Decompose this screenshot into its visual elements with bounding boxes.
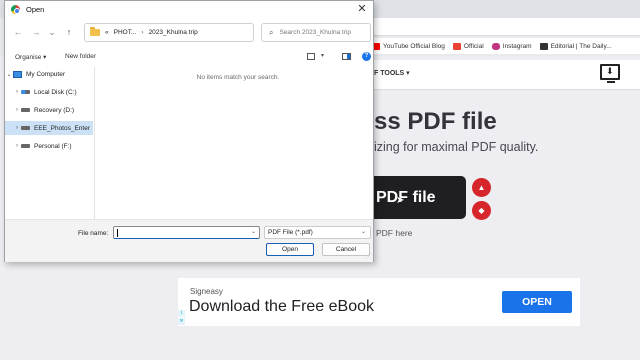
view-dropdown-icon[interactable]: ▾ xyxy=(321,52,324,59)
ad-close-icon[interactable]: ✕ xyxy=(178,318,185,325)
search-input[interactable]: ⌕ Search 2023_Khulna trip xyxy=(261,23,371,42)
drop-hint: PDF here xyxy=(376,228,413,238)
download-arrow-icon: ⬇ xyxy=(606,66,614,76)
tree-item-label: Local Disk (C:) xyxy=(34,88,77,96)
forward-icon[interactable]: → xyxy=(30,27,42,37)
preview-pane-icon[interactable] xyxy=(342,53,351,60)
file-type-select[interactable]: PDF File (*.pdf) ⌄ xyxy=(264,226,371,239)
chevron-down-icon[interactable]: ⌄ xyxy=(251,228,256,235)
chevron-down-icon[interactable]: ⌄ xyxy=(361,228,366,235)
pane-divider[interactable] xyxy=(94,67,95,219)
windows-drive-icon xyxy=(21,90,30,94)
tree-item-label: Recovery (D:) xyxy=(34,106,75,114)
breadcrumb-photos[interactable]: PHOT... xyxy=(114,29,137,36)
dropbox-button[interactable]: ◆ xyxy=(472,201,491,220)
bookmark-instagram[interactable]: Instagram xyxy=(491,42,532,50)
search-placeholder: Search 2023_Khulna trip xyxy=(279,29,352,36)
breadcrumb-khulna-trip[interactable]: 2023_Khulna trip xyxy=(149,29,198,36)
chevron-right-icon[interactable]: › xyxy=(13,89,21,95)
file-type-value: PDF File (*.pdf) xyxy=(268,229,313,236)
drive-icon xyxy=(21,126,30,130)
tree-item-my-computer[interactable]: ⌄ My Computer xyxy=(5,67,93,81)
address-root-chevron[interactable]: « xyxy=(105,29,109,36)
pdf-tools-menu[interactable]: F TOOLS ▾ xyxy=(374,69,410,77)
resize-grip-icon[interactable]: ⋰ xyxy=(365,253,371,260)
tree-item-label: Personal (F:) xyxy=(34,142,72,150)
bookmark-editorial[interactable]: Editorial | The Daily... xyxy=(539,42,612,50)
organise-button[interactable]: Organise ▾ xyxy=(15,53,46,61)
bookmark-label: Instagram xyxy=(502,42,532,50)
breadcrumb-separator-icon[interactable]: › xyxy=(141,29,143,36)
bookmarks-bar: YouTube Official Blog Official Instagram… xyxy=(372,38,640,54)
file-name-label: File name: xyxy=(78,230,109,237)
address-row: ← → ⌄ ↑ « PHOT... › 2023_Khulna trip ⌄ ↻… xyxy=(5,23,373,43)
bookmark-label: Official xyxy=(463,42,484,50)
bookmark-label: Editorial | The Daily... xyxy=(550,42,612,50)
select-pdf-label: PDF file xyxy=(376,188,436,206)
chevron-down-icon[interactable]: ⌄ xyxy=(5,71,13,78)
gmail-icon xyxy=(452,42,461,50)
chevron-right-icon[interactable]: › xyxy=(13,107,21,113)
google-drive-button[interactable]: ▲ xyxy=(472,178,491,197)
ad-banner[interactable]: Signeasy Download the Free eBook OPEN xyxy=(178,278,580,326)
new-folder-button[interactable]: New folder xyxy=(65,53,96,60)
ad-info-icon[interactable]: i xyxy=(178,310,185,317)
tree-item-local-disk-c[interactable]: › Local Disk (C:) xyxy=(5,85,93,99)
select-pdf-button[interactable]: PDF file xyxy=(372,176,466,219)
view-icon[interactable] xyxy=(307,53,315,60)
recent-locations-icon[interactable]: ⌄ xyxy=(46,27,58,38)
search-icon: ⌕ xyxy=(269,27,274,37)
dialog-title: Open xyxy=(26,5,45,14)
back-icon[interactable]: ← xyxy=(12,27,24,37)
bookmark-youtube[interactable]: YouTube Official Blog xyxy=(372,42,445,50)
open-file-dialog: Open ✕ ← → ⌄ ↑ « PHOT... › 2023_Khulna t… xyxy=(4,0,374,262)
command-bar: Organise ▾ New folder ▾ ? xyxy=(5,49,373,65)
dialog-titlebar[interactable]: Open ✕ xyxy=(5,1,373,18)
open-button[interactable]: Open xyxy=(266,243,314,256)
close-button[interactable]: ✕ xyxy=(355,2,369,15)
bookmark-label: YouTube Official Blog xyxy=(383,42,445,50)
file-name-input[interactable]: ⌄ xyxy=(113,226,260,239)
bookmark-gmail[interactable]: Official xyxy=(452,42,484,50)
hero-title: ss PDF file xyxy=(374,108,497,135)
computer-icon xyxy=(13,70,22,78)
ad-headline[interactable]: Download the Free eBook xyxy=(189,298,374,316)
ad-open-button[interactable]: OPEN xyxy=(502,291,572,313)
tree-item-personal-f[interactable]: › Personal (F:) xyxy=(5,139,93,153)
cancel-button[interactable]: Cancel xyxy=(322,243,370,256)
address-bar[interactable]: « PHOT... › 2023_Khulna trip ⌄ ↻ xyxy=(84,23,324,42)
tree-item-label: EEE_Photos_Enter xyxy=(34,124,91,132)
navigation-pane: ⌄ My Computer › Local Disk (C:) › Recove… xyxy=(5,67,93,219)
editorial-icon xyxy=(539,42,548,50)
drive-icon xyxy=(21,144,30,148)
folder-icon xyxy=(90,27,100,36)
adchoices-icon[interactable]: i ✕ xyxy=(178,310,186,326)
chrome-icon xyxy=(11,5,20,14)
chevron-right-icon[interactable]: › xyxy=(13,143,21,149)
dropbox-icon: ◆ xyxy=(478,206,485,215)
up-folder-icon[interactable]: ↑ xyxy=(63,27,75,37)
empty-results-message: No items match your search. xyxy=(196,74,280,81)
browser-toolbar xyxy=(370,18,640,36)
hero-subtitle: izing for maximal PDF quality. xyxy=(374,140,539,154)
mouse-cursor-icon: ➤ xyxy=(396,195,405,206)
dialog-footer: File name: ⌄ PDF File (*.pdf) ⌄ Open Can… xyxy=(5,219,373,262)
tree-item-label: My Computer xyxy=(26,70,66,78)
ad-brand: Signeasy xyxy=(190,287,223,296)
help-icon[interactable]: ? xyxy=(362,52,371,61)
text-caret xyxy=(117,229,118,237)
tree-item-recovery-d[interactable]: › Recovery (D:) xyxy=(5,103,93,117)
chevron-right-icon[interactable]: › xyxy=(13,125,21,131)
tree-item-eee-photos[interactable]: › EEE_Photos_Enter xyxy=(5,121,93,135)
google-drive-icon: ▲ xyxy=(477,183,486,192)
drive-icon xyxy=(21,108,30,112)
instagram-icon xyxy=(491,42,500,50)
